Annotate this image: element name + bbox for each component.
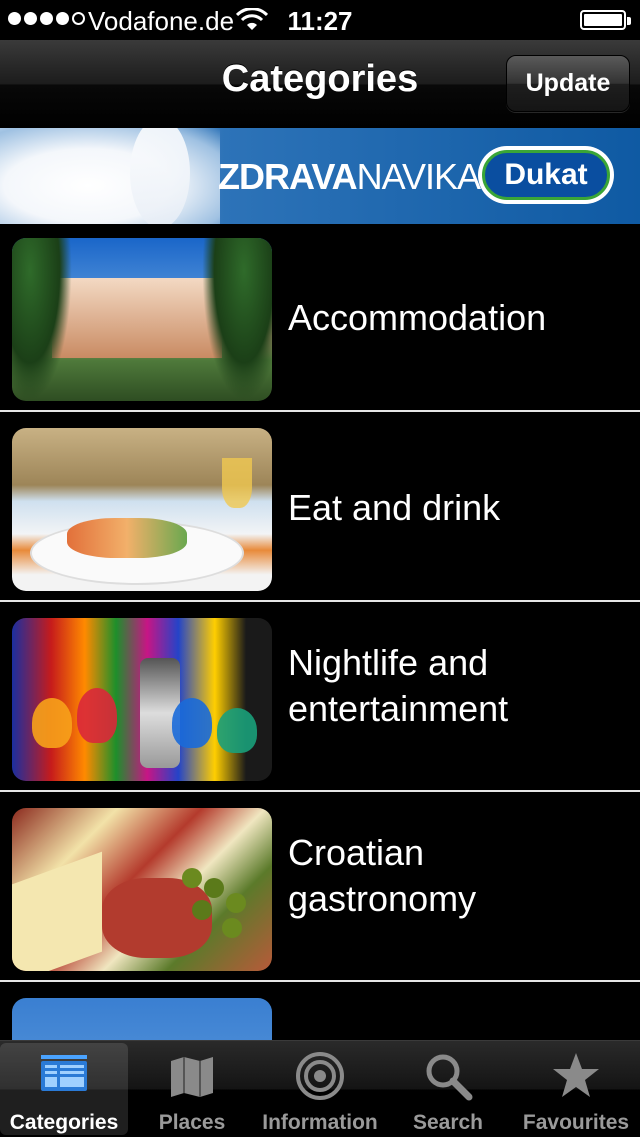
tab-label: Places — [158, 1111, 226, 1134]
update-button[interactable]: Update — [506, 55, 630, 112]
star-icon — [553, 1053, 599, 1097]
category-label: Eat and drink — [288, 487, 501, 528]
accommodation-thumbnail — [12, 238, 272, 401]
status-bar: Vodafone.de 11:27 — [0, 0, 640, 40]
tab-categories[interactable]: Categories — [0, 1043, 128, 1135]
banner-brand-regular: NAVIKA — [356, 156, 481, 197]
wine-glass — [222, 458, 252, 508]
eat-and-drink-thumbnail — [12, 428, 272, 591]
tab-bar: Categories Places Information Search Fav… — [0, 1040, 640, 1137]
tab-search[interactable]: Search — [384, 1043, 512, 1135]
prosciutto — [102, 878, 212, 958]
ad-banner[interactable]: ZDRAVANAVIKA Dukat — [0, 128, 640, 224]
navigation-bar: Categories Update — [0, 40, 640, 129]
palm-tree-right — [202, 238, 272, 401]
row-separator — [0, 410, 640, 412]
dukat-logo-text: Dukat — [482, 150, 610, 200]
glass-red — [77, 688, 117, 743]
cheese — [12, 851, 102, 971]
tab-favourites[interactable]: Favourites — [512, 1043, 640, 1135]
clock: 11:27 — [287, 6, 353, 36]
search-icon — [426, 1054, 473, 1101]
tab-label: Search — [412, 1111, 484, 1134]
dukat-logo: Dukat — [478, 146, 614, 204]
banner-brand-text: ZDRAVANAVIKA — [218, 156, 481, 198]
glass-green — [217, 708, 257, 753]
row-separator — [0, 980, 640, 982]
row-separator — [0, 790, 640, 792]
palm-tree-left — [12, 238, 72, 401]
list-item-croatian-gastronomy[interactable]: Croatian gastronomy — [0, 794, 640, 982]
olives — [182, 868, 202, 888]
hotel-building — [52, 278, 222, 358]
list-item-nightlife[interactable]: Nightlife and entertainment — [0, 604, 640, 792]
tab-information[interactable]: Information — [256, 1043, 384, 1135]
gastronomy-thumbnail — [12, 808, 272, 971]
banner-brand-bold: ZDRAVA — [218, 156, 358, 197]
list-item-accommodation[interactable]: Accommodation — [0, 224, 640, 412]
tab-label: Information — [262, 1111, 378, 1134]
tab-label: Favourites — [522, 1111, 630, 1134]
category-label: Croatian gastronomy — [288, 832, 477, 919]
target-icon — [296, 1052, 344, 1100]
category-label: Accommodation — [288, 297, 547, 338]
category-label: Nightlife and entertainment — [288, 642, 509, 729]
list-item-partial[interactable] — [0, 984, 640, 1040]
glass-blue — [172, 698, 212, 748]
partial-thumbnail — [12, 998, 272, 1040]
milk-splash-detail — [130, 128, 190, 224]
map-icon — [171, 1057, 213, 1097]
list-item-eat-and-drink[interactable]: Eat and drink — [0, 414, 640, 602]
tab-label: Categories — [9, 1111, 119, 1134]
tab-places[interactable]: Places — [128, 1043, 256, 1135]
nightlife-thumbnail — [12, 618, 272, 781]
glass-orange — [32, 698, 72, 748]
categories-icon — [41, 1055, 87, 1091]
row-separator — [0, 600, 640, 602]
dish — [67, 518, 187, 558]
category-list: Accommodation Eat and drink Nightlife an… — [0, 224, 640, 1040]
battery-icon — [580, 10, 631, 30]
